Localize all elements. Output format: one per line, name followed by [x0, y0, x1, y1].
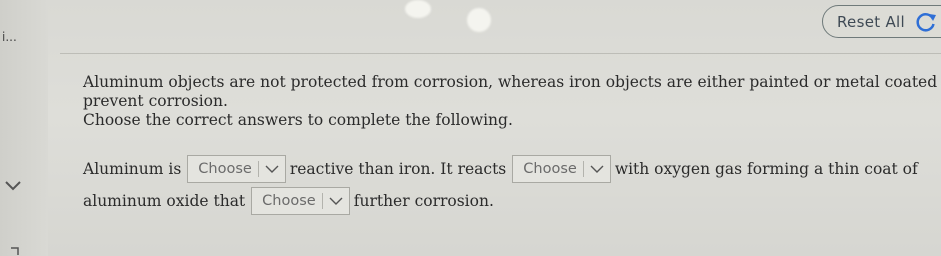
question-intro-line1: Aluminum objects are not protected from …	[83, 73, 941, 91]
sentence-line-2: aluminum oxide that Choose further corro…	[83, 186, 494, 216]
dropdown-separator	[582, 161, 584, 177]
chevron-down-icon	[329, 197, 343, 205]
chevron-down-icon	[590, 165, 604, 173]
chevron-down-icon[interactable]	[4, 180, 22, 192]
dropdown-value: Choose	[198, 161, 252, 177]
dropdown-value: Choose	[262, 193, 316, 209]
chevron-down-icon	[265, 165, 279, 173]
header-divider	[60, 53, 941, 54]
sentence-text: reactive than iron. It reacts	[289, 160, 507, 178]
sentence-text: Aluminum is	[83, 160, 182, 178]
reset-all-button[interactable]: Reset All	[822, 5, 941, 38]
question-instruction: Choose the correct answers to complete t…	[83, 111, 513, 129]
reset-all-label: Reset All	[837, 12, 905, 31]
refresh-icon	[916, 12, 936, 31]
sentence-text: further corrosion.	[353, 192, 494, 210]
dropdown-select-3[interactable]: Choose	[251, 187, 350, 215]
dropdown-select-1[interactable]: Choose	[187, 155, 286, 183]
bracket-mark-icon	[11, 247, 19, 255]
dropdown-value: Choose	[523, 161, 577, 177]
dropdown-separator	[321, 193, 323, 209]
light-glare	[467, 8, 491, 32]
dropdown-separator	[257, 161, 259, 177]
dropdown-select-2[interactable]: Choose	[512, 155, 611, 183]
sentence-text: with oxygen gas forming a thin coat of	[614, 160, 918, 178]
question-intro-line2: prevent corrosion.	[83, 92, 228, 110]
sentence-text: aluminum oxide that	[83, 192, 246, 210]
sentence-line-1: Aluminum is Choose reactive than iron. I…	[83, 154, 918, 184]
breadcrumb[interactable]: i...	[2, 30, 17, 44]
light-glare	[405, 0, 431, 18]
